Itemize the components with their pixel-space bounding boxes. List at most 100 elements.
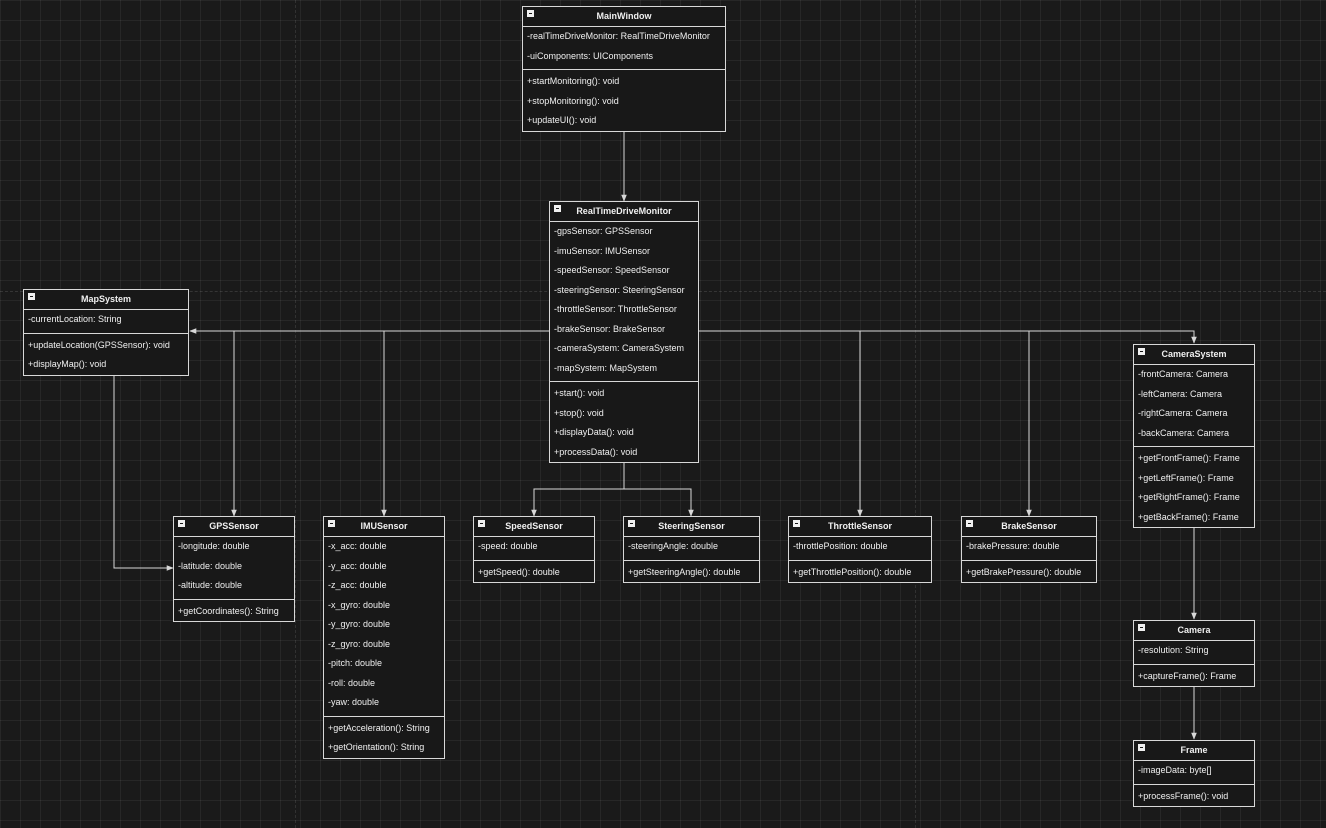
attribute-row[interactable]: -currentLocation: String	[24, 310, 188, 330]
collapse-icon[interactable]	[1138, 348, 1145, 355]
class-header: IMUSensor	[324, 517, 444, 537]
attribute-row[interactable]: -x_gyro: double	[324, 596, 444, 616]
collapse-icon[interactable]	[628, 520, 635, 527]
operation-row[interactable]: +captureFrame(): Frame	[1134, 667, 1254, 687]
operation-row[interactable]: +stopMonitoring(): void	[523, 92, 725, 112]
collapse-icon[interactable]	[28, 293, 35, 300]
operation-row[interactable]: +updateLocation(GPSSensor): void	[24, 336, 188, 356]
operation-row[interactable]: +getLeftFrame(): Frame	[1134, 469, 1254, 489]
operations-section: +getFrontFrame(): Frame +getLeftFrame(): …	[1134, 446, 1254, 527]
attribute-row[interactable]: -brakePressure: double	[962, 537, 1096, 557]
edge-mapsystem-gpssensor	[113, 374, 174, 571]
operation-row[interactable]: +displayMap(): void	[24, 355, 188, 375]
collapse-icon[interactable]	[966, 520, 973, 527]
operation-row[interactable]: +start(): void	[550, 384, 698, 404]
attribute-row[interactable]: -longitude: double	[174, 537, 294, 557]
collapse-icon[interactable]	[1138, 624, 1145, 631]
class-name: MainWindow	[596, 11, 652, 21]
class-header: SpeedSensor	[474, 517, 594, 537]
class-header: MapSystem	[24, 290, 188, 310]
attribute-row[interactable]: -throttlePosition: double	[789, 537, 931, 557]
collapse-icon[interactable]	[554, 205, 561, 212]
attribute-row[interactable]: -yaw: double	[324, 693, 444, 713]
attribute-row[interactable]: -cameraSystem: CameraSystem	[550, 339, 698, 359]
attribute-row[interactable]: -pitch: double	[324, 654, 444, 674]
attribute-row[interactable]: -leftCamera: Camera	[1134, 385, 1254, 405]
operations-section: +start(): void +stop(): void +displayData(…	[550, 381, 698, 462]
attribute-row[interactable]: -gpsSensor: GPSSensor	[550, 222, 698, 242]
attribute-row[interactable]: -uiComponents: UIComponents	[523, 47, 725, 67]
attribute-row[interactable]: -realTimeDriveMonitor: RealTimeDriveMoni…	[523, 27, 725, 47]
attribute-row[interactable]: -frontCamera: Camera	[1134, 365, 1254, 385]
class-name: RealTimeDriveMonitor	[576, 206, 672, 216]
attribute-row[interactable]: -backCamera: Camera	[1134, 424, 1254, 444]
class-box-imu-sensor[interactable]: IMUSensor -x_acc: double -y_acc: double -z_…	[323, 516, 445, 759]
attributes-section: -throttlePosition: double	[789, 537, 931, 560]
class-name: CameraSystem	[1161, 349, 1227, 359]
class-box-speed-sensor[interactable]: SpeedSensor -speed: double +getSpeed(): do…	[473, 516, 595, 583]
collapse-icon[interactable]	[793, 520, 800, 527]
attribute-row[interactable]: -steeringSensor: SteeringSensor	[550, 281, 698, 301]
operation-row[interactable]: +processFrame(): void	[1134, 787, 1254, 807]
operation-row[interactable]: +getAcceleration(): String	[324, 719, 444, 739]
collapse-icon[interactable]	[527, 10, 534, 17]
operation-row[interactable]: +getCoordinates(): String	[174, 602, 294, 622]
attribute-row[interactable]: -z_acc: double	[324, 576, 444, 596]
attribute-row[interactable]: -imageData: byte[]	[1134, 761, 1254, 781]
collapse-icon[interactable]	[178, 520, 185, 527]
class-box-camera[interactable]: Camera -resolution: String +captureFrame()…	[1133, 620, 1255, 687]
operation-row[interactable]: +getThrottlePosition(): double	[789, 563, 931, 583]
class-box-camera-system[interactable]: CameraSystem -frontCamera: Camera -leftCam…	[1133, 344, 1255, 528]
collapse-icon[interactable]	[478, 520, 485, 527]
attribute-row[interactable]: -speedSensor: SpeedSensor	[550, 261, 698, 281]
attribute-row[interactable]: -latitude: double	[174, 557, 294, 577]
class-name: SteeringSensor	[658, 521, 725, 531]
operation-row[interactable]: +getSpeed(): double	[474, 563, 594, 583]
operation-row[interactable]: +updateUI(): void	[523, 111, 725, 131]
attributes-section: -imageData: byte[]	[1134, 761, 1254, 784]
attribute-row[interactable]: -speed: double	[474, 537, 594, 557]
operation-row[interactable]: +getSteeringAngle(): double	[624, 563, 759, 583]
attribute-row[interactable]: -y_gyro: double	[324, 615, 444, 635]
operation-row[interactable]: +getBrakePressure(): double	[962, 563, 1096, 583]
operation-row[interactable]: +getFrontFrame(): Frame	[1134, 449, 1254, 469]
class-name: BrakeSensor	[1001, 521, 1057, 531]
operation-row[interactable]: +getOrientation(): String	[324, 738, 444, 758]
attribute-row[interactable]: -altitude: double	[174, 576, 294, 596]
attribute-row[interactable]: -mapSystem: MapSystem	[550, 359, 698, 379]
attribute-row[interactable]: -rightCamera: Camera	[1134, 404, 1254, 424]
class-box-frame[interactable]: Frame -imageData: byte[] +processFrame(): …	[1133, 740, 1255, 807]
diagram-canvas: MainWindow -realTimeDriveMonitor: RealTim…	[0, 0, 1326, 828]
attribute-row[interactable]: -z_gyro: double	[324, 635, 444, 655]
attribute-row[interactable]: -resolution: String	[1134, 641, 1254, 661]
operation-row[interactable]: +getRightFrame(): Frame	[1134, 488, 1254, 508]
class-box-main-window[interactable]: MainWindow -realTimeDriveMonitor: RealTim…	[522, 6, 726, 132]
class-box-map-system[interactable]: MapSystem -currentLocation: String +update…	[23, 289, 189, 376]
operation-row[interactable]: +displayData(): void	[550, 423, 698, 443]
operation-row[interactable]: +startMonitoring(): void	[523, 72, 725, 92]
attribute-row[interactable]: -x_acc: double	[324, 537, 444, 557]
collapse-icon[interactable]	[328, 520, 335, 527]
class-box-brake-sensor[interactable]: BrakeSensor -brakePressure: double +getBra…	[961, 516, 1097, 583]
attribute-row[interactable]: -throttleSensor: ThrottleSensor	[550, 300, 698, 320]
operation-row[interactable]: +processData(): void	[550, 443, 698, 463]
class-header: Frame	[1134, 741, 1254, 761]
edge-monitor-steeringsensor	[624, 488, 694, 517]
operations-section: +getSpeed(): double	[474, 559, 594, 583]
operation-row[interactable]: +getBackFrame(): Frame	[1134, 508, 1254, 528]
class-box-steering-sensor[interactable]: SteeringSensor -steeringAngle: double +get…	[623, 516, 760, 583]
attribute-row[interactable]: -roll: double	[324, 674, 444, 694]
class-box-gps-sensor[interactable]: GPSSensor -longitude: double -latitude: do…	[173, 516, 295, 622]
attribute-row[interactable]: -imuSensor: IMUSensor	[550, 242, 698, 262]
attribute-row[interactable]: -brakeSensor: BrakeSensor	[550, 320, 698, 340]
attribute-row[interactable]: -steeringAngle: double	[624, 537, 759, 557]
collapse-icon[interactable]	[1138, 744, 1145, 751]
class-header: RealTimeDriveMonitor	[550, 202, 698, 222]
class-box-throttle-sensor[interactable]: ThrottleSensor -throttlePosition: double +…	[788, 516, 932, 583]
class-name: IMUSensor	[360, 521, 408, 531]
operations-section: +getAcceleration(): String +getOrientatio…	[324, 715, 444, 758]
operation-row[interactable]: +stop(): void	[550, 404, 698, 424]
attribute-row[interactable]: -y_acc: double	[324, 557, 444, 577]
class-box-real-time-drive-monitor[interactable]: RealTimeDriveMonitor -gpsSensor: GPSSenso…	[549, 201, 699, 463]
attributes-section: -x_acc: double -y_acc: double -z_acc: doub…	[324, 537, 444, 716]
